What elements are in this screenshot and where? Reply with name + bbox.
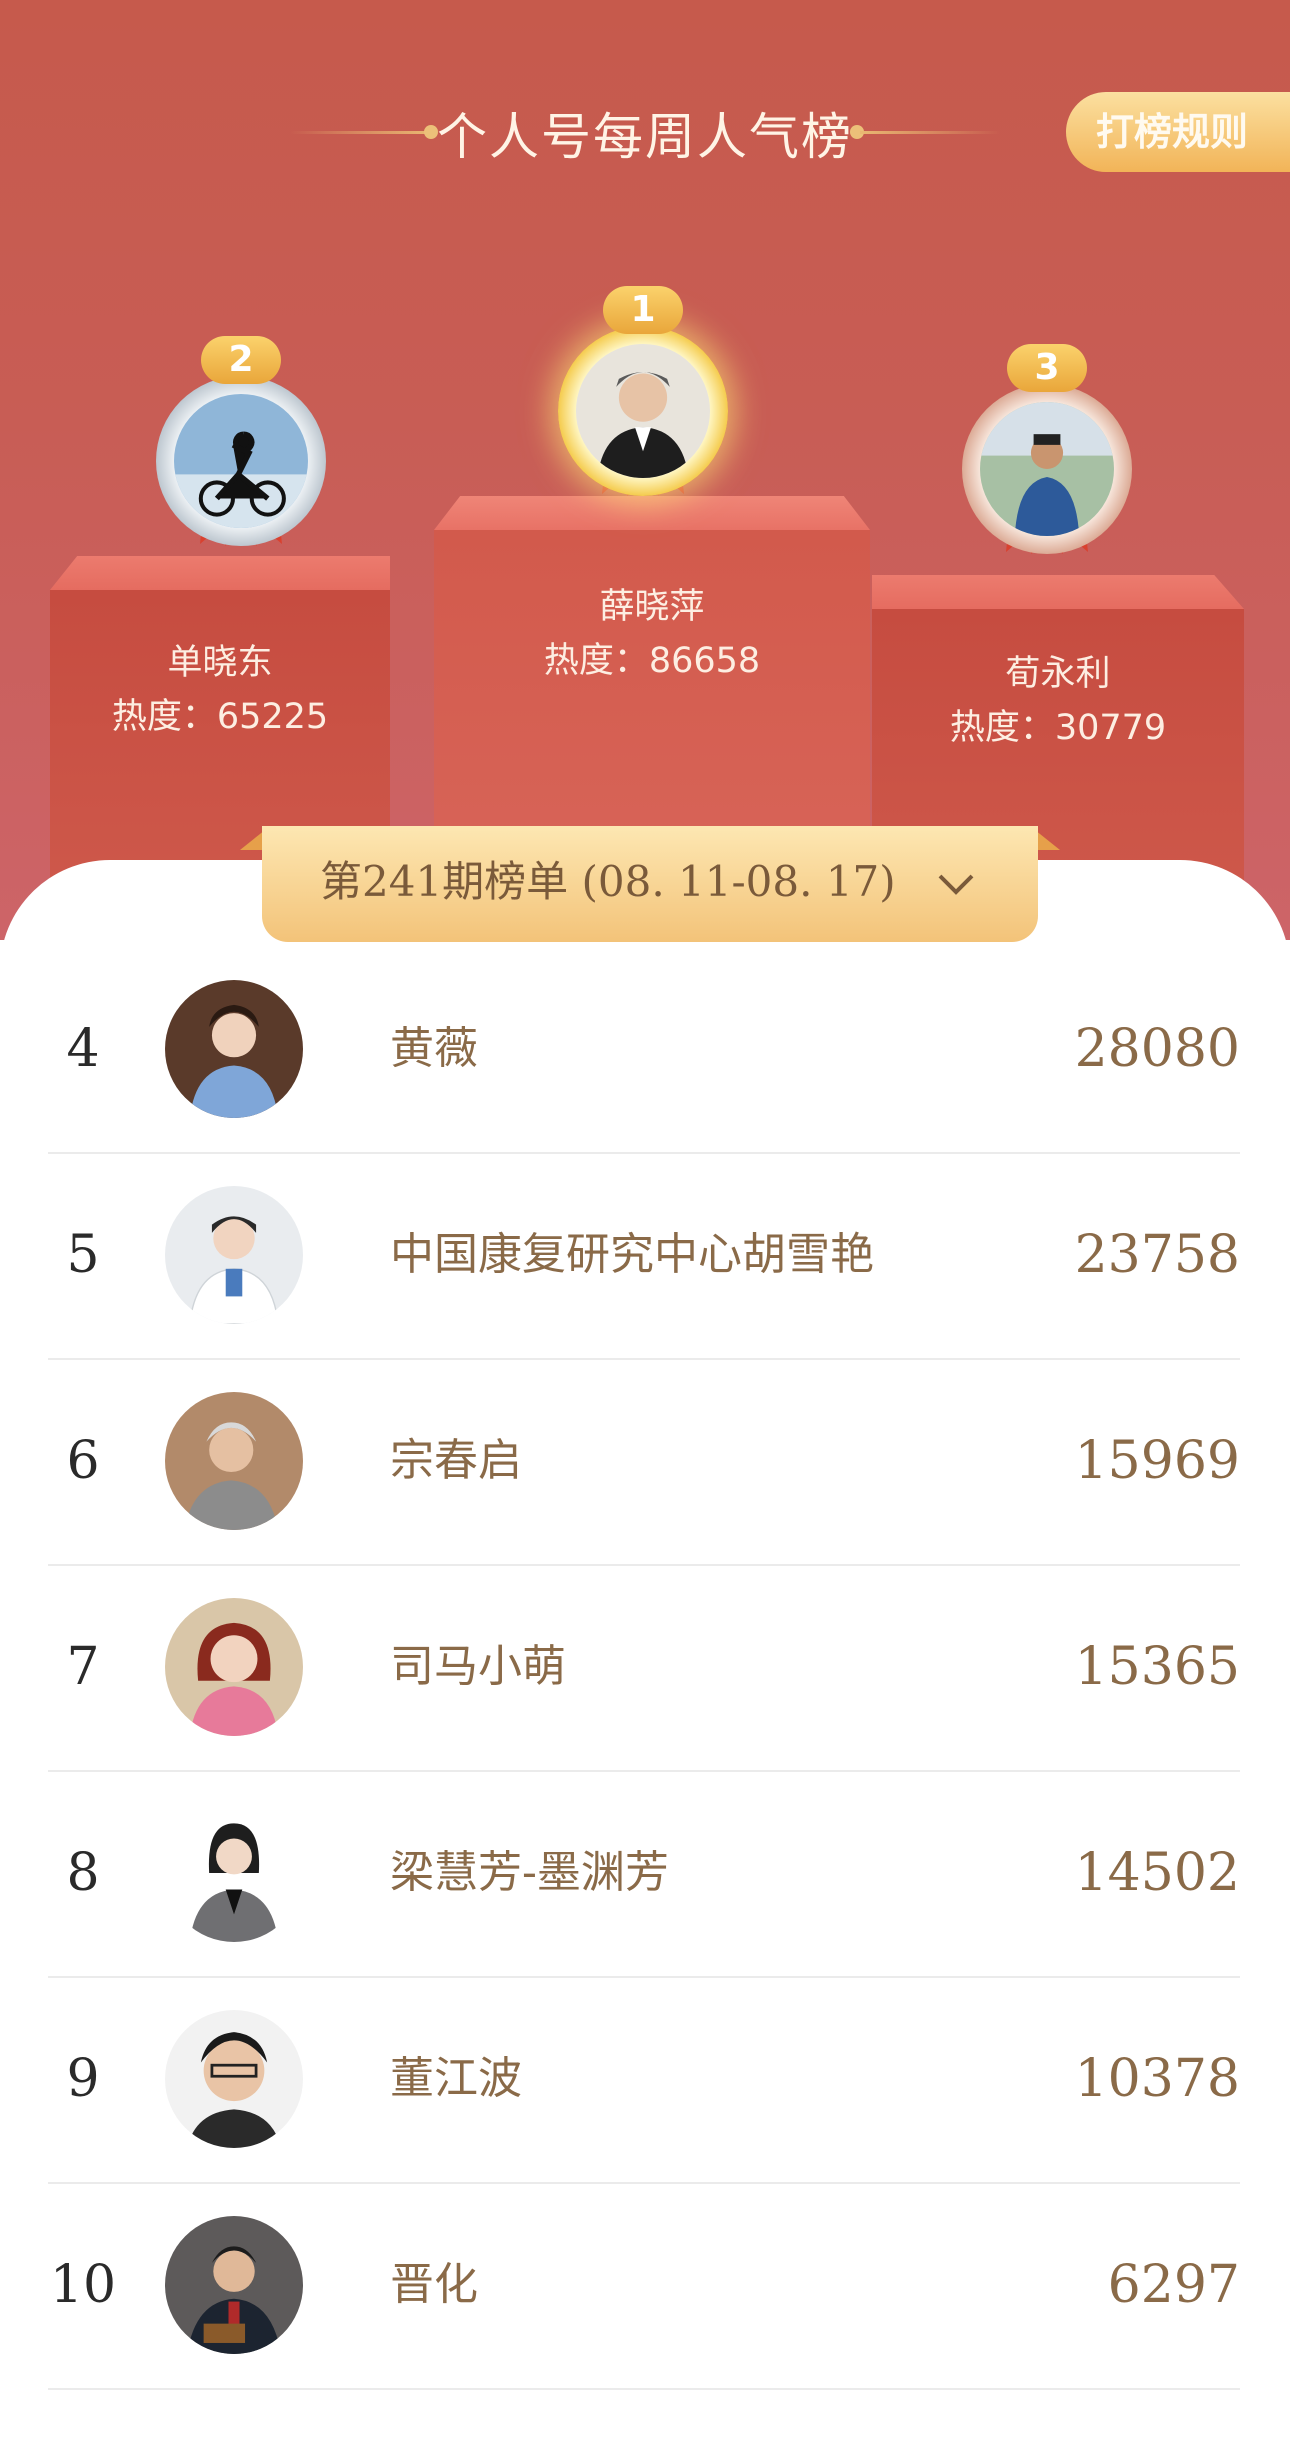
ranking-row[interactable]: 8 梁慧芳-墨渊芳 14502: [48, 1770, 1240, 1978]
user-name: 司马小萌: [390, 1641, 566, 1692]
period-selector[interactable]: 第241期榜单 (08. 11-08. 17): [240, 826, 1060, 942]
user-score: 15365: [1074, 1637, 1240, 1697]
chevron-down-icon: [938, 874, 974, 895]
rank-badge: 1: [603, 286, 683, 334]
user-name: 晋化: [390, 2259, 478, 2310]
avatar: [174, 394, 308, 528]
avatar: [165, 1804, 303, 1942]
period-label: 第241期榜单 (08. 11-08. 17): [320, 857, 896, 906]
user-name: 梁慧芳-墨渊芳: [390, 1847, 669, 1898]
leaderboard-header: 个人号每周人气榜 打榜规则 单晓东 热度：65225 薛晓萍 热度：86658 …: [0, 0, 1290, 940]
podium-heat: 热度：65225: [111, 697, 329, 737]
user-score: 15969: [1074, 1431, 1240, 1491]
ranking-row[interactable]: 6 宗春启 15969: [48, 1358, 1240, 1566]
user-name: 中国康复研究中心胡雪艳: [390, 1229, 874, 1280]
user-score: 10378: [1074, 2049, 1240, 2109]
avatar: [165, 2216, 303, 2354]
medal-rank-3[interactable]: 3: [952, 344, 1142, 584]
user-name: 董江波: [390, 2053, 522, 2104]
rank-number: 5: [66, 1225, 100, 1285]
podium-name: 薛晓萍: [599, 587, 705, 627]
rank-badge: 2: [201, 336, 281, 384]
user-score: 28080: [1074, 1019, 1240, 1079]
avatar: [165, 2010, 303, 2148]
rank-number: 7: [66, 1637, 100, 1697]
medal-rank-1[interactable]: 1: [548, 286, 738, 526]
user-score: 23758: [1074, 1225, 1240, 1285]
ranking-row[interactable]: 5 中国康复研究中心胡雪艳 23758: [48, 1152, 1240, 1360]
avatar: [165, 1598, 303, 1736]
ranking-row[interactable]: 7 司马小萌 15365: [48, 1564, 1240, 1772]
rank-number: 10: [49, 2255, 117, 2315]
avatar: [165, 1392, 303, 1530]
podium-name: 单晓东: [167, 643, 273, 683]
podium-heat: 热度：86658: [543, 641, 761, 681]
rank-number: 8: [66, 1843, 100, 1903]
user-score: 14502: [1074, 1843, 1240, 1903]
podium-heat: 热度：30779: [949, 708, 1167, 748]
user-score: 6297: [1107, 2255, 1240, 2315]
avatar: [980, 402, 1114, 536]
medal-rank-2[interactable]: 2: [146, 336, 336, 576]
period-dropdown[interactable]: 第241期榜单 (08. 11-08. 17): [262, 826, 1038, 942]
user-name: 宗春启: [390, 1435, 522, 1486]
rank-number: 6: [66, 1431, 100, 1491]
user-name: 黄薇: [390, 1023, 478, 1074]
ranking-row[interactable]: 9 董江波 10378: [48, 1976, 1240, 2184]
avatar: [165, 1186, 303, 1324]
rank-badge: 3: [1007, 344, 1087, 392]
ranking-row[interactable]: 10 晋化 6297: [48, 2182, 1240, 2390]
rules-button[interactable]: 打榜规则: [1066, 92, 1290, 172]
title-decoration-right: [860, 131, 1000, 134]
rank-number: 4: [66, 1019, 100, 1079]
avatar: [576, 344, 710, 478]
podium-name: 荀永利: [1005, 654, 1111, 694]
ranking-row[interactable]: 4 黄薇 28080: [48, 946, 1240, 1154]
avatar: [165, 980, 303, 1118]
rank-number: 9: [66, 2049, 100, 2109]
